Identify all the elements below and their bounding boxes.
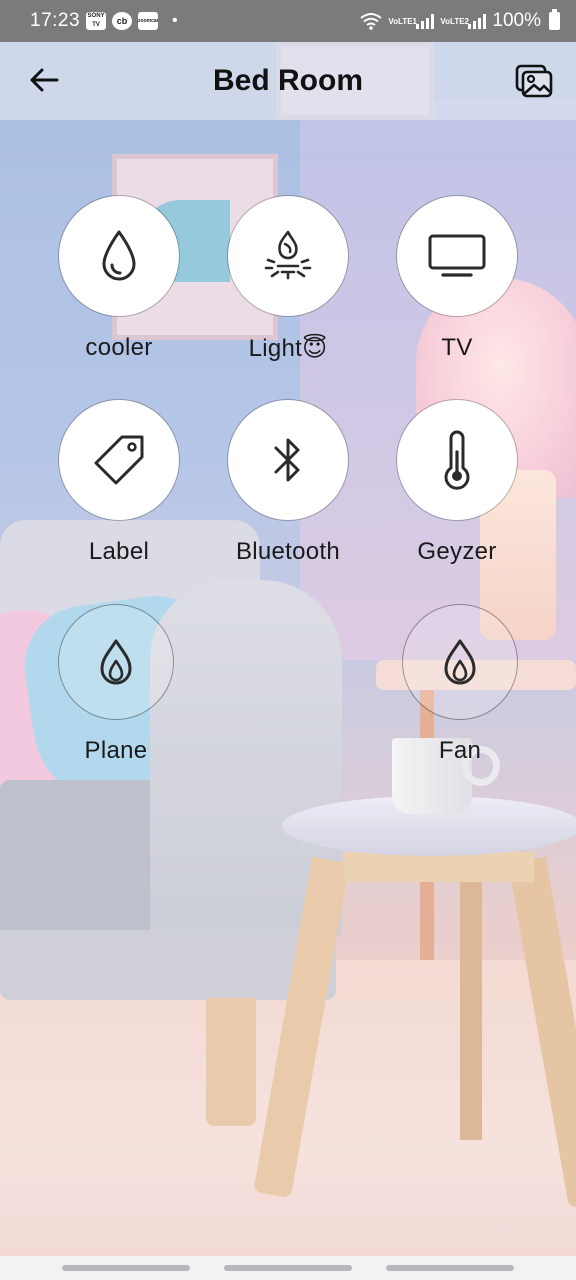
back-button[interactable] — [26, 62, 62, 98]
tag-icon — [94, 435, 144, 485]
more-notifications-dot-icon: • — [172, 12, 178, 29]
device-plane-button[interactable] — [59, 605, 173, 719]
tv-icon — [428, 234, 486, 277]
recent-apps-button[interactable] — [62, 1265, 190, 1271]
device-label: Plane — [84, 737, 148, 764]
system-nav-bar — [0, 1256, 576, 1280]
device-plane[interactable]: Plane — [31, 605, 201, 765]
signal-1-icon — [416, 13, 435, 29]
bluetooth-icon — [274, 438, 300, 482]
arrow-left-icon — [30, 68, 59, 92]
cb-notification-icon: cb — [112, 12, 133, 30]
home-button[interactable] — [224, 1265, 352, 1271]
device-bluetooth[interactable]: Bluetooth — [203, 400, 373, 566]
device-label: Light😇 — [248, 335, 328, 362]
device-label: cooler — [85, 334, 153, 361]
signal-2-icon — [468, 13, 487, 29]
app-bar: Bed Room — [0, 42, 576, 120]
page-title: Bed Room — [213, 64, 363, 97]
device-bluetooth-button[interactable] — [228, 400, 348, 520]
device-label: Bluetooth — [235, 538, 341, 565]
device-label: Fan — [438, 737, 482, 764]
bonfire-icon — [264, 230, 312, 280]
battery-percent: 100% — [492, 10, 541, 31]
status-time: 17:23 — [30, 10, 81, 31]
zoomcar-notification-icon: zoomcar — [138, 12, 159, 30]
device-light[interactable]: Light😇 — [203, 196, 373, 363]
device-geyzer[interactable]: Geyzer — [372, 400, 542, 566]
device-fan[interactable]: Fan — [375, 605, 545, 765]
status-bar: 17:23 SONY TV cb zoomcar • VoLTE1 VoLTE2… — [0, 0, 576, 42]
sony-tv-notification-icon: SONY TV — [86, 12, 107, 30]
back-nav-button[interactable] — [386, 1265, 514, 1271]
wifi-icon — [360, 13, 383, 30]
device-geyzer-button[interactable] — [397, 400, 517, 520]
device-label: Geyzer — [417, 538, 497, 565]
device-fan-button[interactable] — [403, 605, 517, 719]
image-gallery-icon — [515, 64, 553, 98]
device-label-item[interactable]: Label — [34, 400, 204, 566]
change-wallpaper-button[interactable] — [514, 62, 554, 100]
device-cooler-button[interactable] — [59, 196, 179, 316]
volte-2-icon: VoLTE2 — [440, 16, 469, 26]
water-drop-icon — [102, 230, 136, 281]
device-tv[interactable]: TV — [372, 196, 542, 362]
device-tv-button[interactable] — [397, 196, 517, 316]
device-cooler[interactable]: cooler — [34, 196, 204, 362]
device-light-button[interactable] — [228, 196, 348, 316]
device-label-button[interactable] — [59, 400, 179, 520]
device-label: TV — [441, 334, 473, 361]
device-label: Label — [88, 538, 150, 565]
flame-icon — [444, 639, 476, 685]
flame-icon — [100, 639, 132, 685]
battery-icon — [549, 9, 560, 30]
volte-1-icon: VoLTE1 — [388, 16, 417, 26]
thermometer-icon — [444, 430, 470, 490]
